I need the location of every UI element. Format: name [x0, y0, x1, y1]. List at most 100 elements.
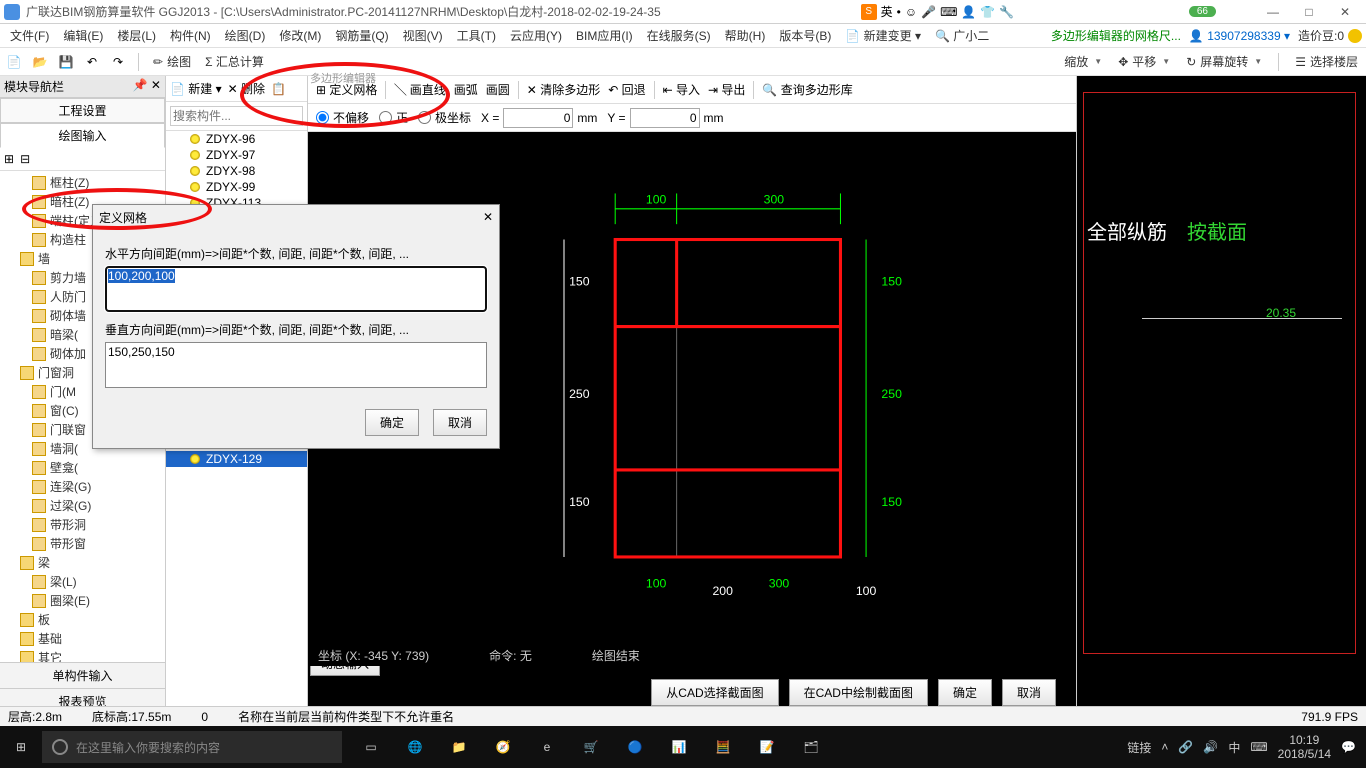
user-small[interactable]: 🔍 广小二: [929, 25, 995, 46]
component-item[interactable]: ZDYX-97: [166, 147, 307, 163]
menu-edit[interactable]: 编辑(E): [57, 25, 109, 46]
ime-icon[interactable]: •: [897, 5, 901, 19]
app-icon-4[interactable]: e: [528, 728, 566, 766]
menu-modify[interactable]: 修改(M): [273, 25, 327, 46]
menu-help[interactable]: 帮助(H): [719, 25, 772, 46]
x-input[interactable]: [503, 108, 573, 128]
menu-component[interactable]: 构件(N): [164, 25, 217, 46]
maximize-button[interactable]: □: [1292, 2, 1326, 22]
app-icon-3[interactable]: 🧭: [484, 728, 522, 766]
comp-delete-button[interactable]: ✕ 删除: [228, 80, 265, 97]
grid-define-button[interactable]: ⊞ 定义网格: [316, 81, 377, 98]
y-input[interactable]: [630, 108, 700, 128]
rotate-button[interactable]: ↻ 屏幕旋转▼: [1182, 53, 1266, 71]
canvas-cancel-button[interactable]: 取消: [1002, 679, 1056, 706]
app-icon-7[interactable]: 📊: [660, 728, 698, 766]
canvas-ok-button[interactable]: 确定: [938, 679, 992, 706]
draw-arc-button[interactable]: 画弧: [454, 81, 478, 98]
menu-draw[interactable]: 绘图(D): [219, 25, 272, 46]
tree-item[interactable]: 连梁(G): [2, 477, 163, 496]
export-button[interactable]: ⇥ 导出: [708, 81, 745, 98]
tree-item[interactable]: 带形窗: [2, 534, 163, 553]
app-icon-2[interactable]: 📁: [440, 728, 478, 766]
polygon-grid-msg[interactable]: 多边形编辑器的网格尺...: [1051, 27, 1181, 44]
cad-draw-button[interactable]: 在CAD中绘制截面图: [789, 679, 928, 706]
menu-file[interactable]: 文件(F): [4, 25, 55, 46]
app-icon-8[interactable]: 🧮: [704, 728, 742, 766]
cad-select-button[interactable]: 从CAD选择截面图: [651, 679, 778, 706]
import-button[interactable]: ⇤ 导入: [663, 81, 700, 98]
sum-button[interactable]: Σ 汇总计算: [201, 53, 268, 70]
no-offset-radio[interactable]: 不偏移: [316, 109, 369, 126]
pan-button[interactable]: ✥ 平移▼: [1114, 53, 1174, 71]
component-item[interactable]: ZDYX-129: [166, 451, 307, 467]
taskview-icon[interactable]: ▭: [352, 728, 390, 766]
menu-version[interactable]: 版本号(B): [773, 25, 837, 46]
app-icon-9[interactable]: 📝: [748, 728, 786, 766]
zoom-button[interactable]: 缩放▼: [1060, 53, 1106, 71]
nav-tab-draw[interactable]: 绘图输入: [0, 123, 165, 148]
app-icon-5[interactable]: 🛒: [572, 728, 610, 766]
tree-item[interactable]: 其它: [2, 648, 163, 662]
comp-search-input[interactable]: [170, 106, 303, 126]
ime-icon[interactable]: 👕: [980, 5, 995, 19]
query-polygon-button[interactable]: 🔍 查询多边形库: [762, 81, 852, 98]
menu-rebar[interactable]: 钢筋量(Q): [329, 25, 394, 46]
tree-item[interactable]: 板: [2, 610, 163, 629]
clear-polygon-button[interactable]: ✕ 清除多边形: [527, 81, 600, 98]
ime-icon[interactable]: 🎤: [921, 5, 936, 19]
ime-lang[interactable]: 英: [881, 3, 893, 20]
tray-vol-icon[interactable]: 🔊: [1203, 740, 1218, 754]
undo-icon[interactable]: ↶: [82, 52, 102, 72]
taskbar-clock[interactable]: 10:19 2018/5/14: [1278, 733, 1331, 762]
tray-kb-icon[interactable]: ⌨: [1250, 740, 1267, 754]
app-icon-10[interactable]: 🗂: [792, 728, 830, 766]
menu-cloud[interactable]: 云应用(Y): [504, 25, 568, 46]
dialog-ok-button[interactable]: 确定: [365, 409, 419, 436]
nav-tab-settings[interactable]: 工程设置: [0, 98, 165, 123]
draw-circle-button[interactable]: 画圆: [486, 81, 510, 98]
polar-radio[interactable]: 极坐标: [418, 109, 471, 126]
tree-item[interactable]: 框柱(Z): [2, 173, 163, 192]
tree-collapse-icon[interactable]: ⊟: [20, 152, 30, 166]
menu-view[interactable]: 视图(V): [397, 25, 449, 46]
notification-badge[interactable]: 66: [1189, 6, 1216, 17]
h-spacing-input[interactable]: [105, 266, 487, 312]
ime-icon[interactable]: 👤: [961, 5, 976, 19]
v-spacing-input[interactable]: [105, 342, 487, 388]
tree-expand-icon[interactable]: ⊞: [4, 152, 14, 166]
tree-item[interactable]: 梁: [2, 553, 163, 572]
tree-item[interactable]: 带形洞: [2, 515, 163, 534]
new-file-icon[interactable]: 📄: [4, 52, 24, 72]
ortho-radio[interactable]: 正: [379, 109, 408, 126]
close-button[interactable]: ✕: [1328, 2, 1362, 22]
ime-icon[interactable]: 🔧: [999, 5, 1014, 19]
tray-net-icon[interactable]: 🔗: [1178, 740, 1193, 754]
start-button[interactable]: ⊞: [0, 726, 42, 768]
dialog-cancel-button[interactable]: 取消: [433, 409, 487, 436]
dialog-close-icon[interactable]: ✕: [483, 210, 493, 224]
component-item[interactable]: ZDYX-99: [166, 179, 307, 195]
new-change-button[interactable]: 📄 新建变更 ▾: [839, 25, 927, 46]
app-icon-1[interactable]: 🌐: [396, 728, 434, 766]
tree-item[interactable]: 壁龛(: [2, 458, 163, 477]
ime-icon[interactable]: ☺: [905, 5, 917, 19]
back-button[interactable]: ↶ 回退: [608, 81, 645, 98]
tree-item[interactable]: 过梁(G): [2, 496, 163, 515]
draw-line-button[interactable]: ╲ 画直线: [394, 81, 445, 98]
nav-pin-icon[interactable]: 📌 ✕: [133, 78, 161, 95]
save-icon[interactable]: 💾: [56, 52, 76, 72]
ime-icon[interactable]: ⌨: [940, 5, 957, 19]
tree-item[interactable]: 基础: [2, 629, 163, 648]
draw-button[interactable]: ✏ 绘图: [149, 53, 195, 70]
menu-online[interactable]: 在线服务(S): [641, 25, 717, 46]
menu-floor[interactable]: 楼层(L): [111, 25, 162, 46]
tray-link[interactable]: 链接: [1127, 739, 1151, 756]
account-number[interactable]: 👤 13907298339 ▾: [1189, 29, 1290, 43]
component-item[interactable]: ZDYX-96: [166, 131, 307, 147]
comp-new-button[interactable]: 📄 新建 ▾: [170, 80, 222, 97]
app-icon-6[interactable]: 🔵: [616, 728, 654, 766]
tray-ime[interactable]: 中: [1228, 739, 1240, 756]
redo-icon[interactable]: ↷: [108, 52, 128, 72]
menu-tools[interactable]: 工具(T): [451, 25, 502, 46]
